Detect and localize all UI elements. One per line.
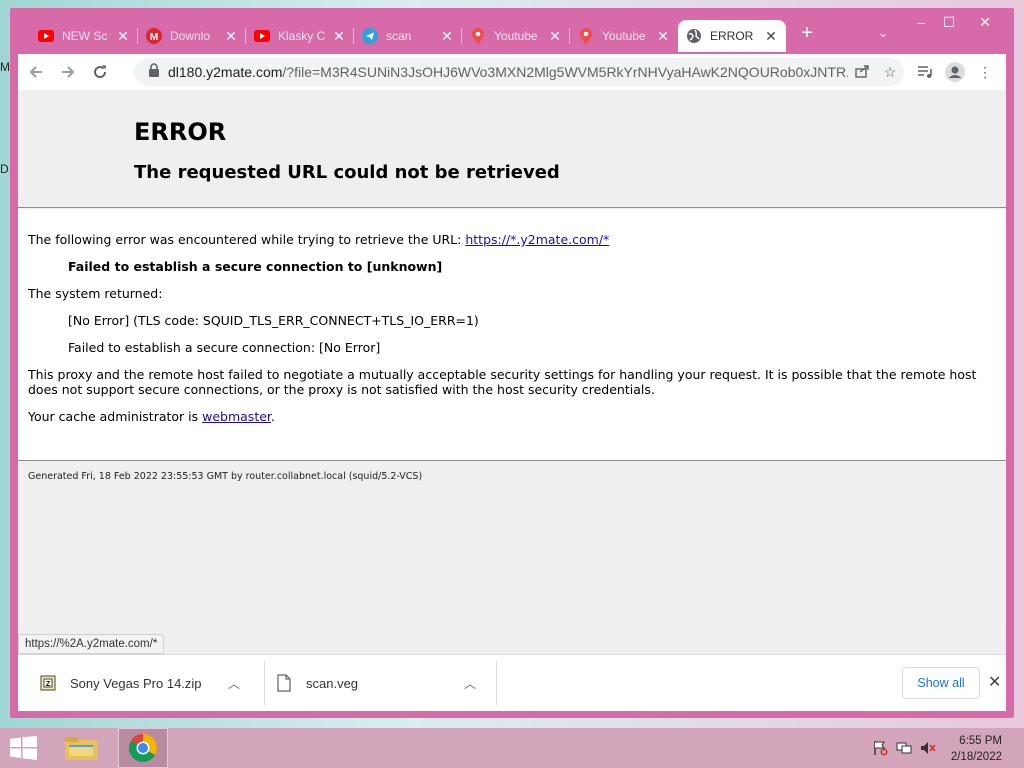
error-url-link[interactable]: https://*.y2mate.com/* bbox=[465, 232, 609, 247]
share-icon[interactable] bbox=[848, 63, 876, 82]
clock-date: 2/18/2022 bbox=[950, 751, 1002, 763]
tab-2[interactable]: M Downlo ✕ bbox=[138, 20, 246, 52]
back-button[interactable] bbox=[22, 58, 50, 86]
tab-title: NEW Sc bbox=[62, 29, 108, 43]
tab-title: Youtube bbox=[494, 29, 538, 43]
youtube-icon bbox=[38, 28, 54, 44]
minimize-button[interactable]: – bbox=[910, 14, 932, 30]
media-queue-icon[interactable] bbox=[910, 58, 940, 86]
tab-title: ERROR bbox=[710, 29, 754, 43]
system-tray bbox=[872, 740, 936, 756]
tab-active-error[interactable]: ERROR ✕ bbox=[678, 20, 786, 52]
address-url[interactable]: dl180.y2mate.com/?file=M3R4SUNiN3JsOHJ6W… bbox=[168, 64, 848, 80]
bookmark-star-icon[interactable]: ☆ bbox=[876, 64, 904, 81]
tab-search-chevron-icon[interactable]: ⌄ bbox=[878, 26, 888, 40]
chevron-up-icon[interactable]: ︿ bbox=[228, 675, 240, 692]
new-tab-button[interactable]: + bbox=[796, 22, 818, 44]
error-intro: The following error was encountered whil… bbox=[28, 232, 610, 247]
system-returned-label: The system returned: bbox=[28, 286, 163, 301]
windows-start-icon[interactable] bbox=[10, 736, 38, 765]
volume-muted-icon[interactable] bbox=[920, 740, 936, 756]
close-icon[interactable]: ✕ bbox=[440, 28, 454, 45]
admin-line: Your cache administrator is webmaster. bbox=[28, 409, 275, 424]
action-center-flag-icon[interactable] bbox=[872, 740, 888, 756]
error-explanation: This proxy and the remote host failed to… bbox=[28, 367, 977, 397]
menu-kebab-icon[interactable]: ⋮ bbox=[970, 58, 1000, 86]
download-item[interactable]: scan.veg ︿ bbox=[274, 663, 484, 703]
close-icon[interactable]: ✕ bbox=[764, 28, 778, 45]
youtube-icon bbox=[254, 28, 270, 44]
globe-icon bbox=[686, 28, 702, 44]
tab-strip: NEW Sc ✕ M Downlo ✕ Klasky C ✕ scan ✕ Yo… bbox=[10, 8, 1014, 54]
failed-detail: Failed to establish a secure connection:… bbox=[68, 340, 381, 355]
download-filename: Sony Vegas Pro 14.zip bbox=[70, 675, 202, 691]
error-body: The following error was encountered whil… bbox=[18, 209, 1006, 461]
error-footer: Generated Fri, 18 Feb 2022 23:55:53 GMT … bbox=[28, 471, 423, 482]
webmaster-link[interactable]: webmaster bbox=[202, 409, 271, 424]
clock-time: 6:55 PM bbox=[959, 735, 1002, 747]
svg-text:Z: Z bbox=[46, 681, 51, 688]
maximize-button[interactable]: ☐ bbox=[938, 14, 960, 30]
desktop-icon-label: M bbox=[0, 60, 10, 74]
show-all-button[interactable]: Show all bbox=[902, 667, 980, 699]
browser-window: NEW Sc ✕ M Downlo ✕ Klasky C ✕ scan ✕ Yo… bbox=[10, 8, 1014, 718]
svg-text:M: M bbox=[150, 32, 158, 43]
tab-3[interactable]: Klasky C ✕ bbox=[246, 20, 354, 52]
tab-title: Klasky C bbox=[278, 29, 326, 43]
close-icon[interactable]: ✕ bbox=[332, 28, 346, 45]
download-item[interactable]: Z Sony Vegas Pro 14.zip ︿ bbox=[38, 663, 248, 703]
forward-button[interactable] bbox=[54, 58, 82, 86]
tab-title: Downlo bbox=[170, 29, 211, 43]
tls-error-code: [No Error] (TLS code: SQUID_TLS_ERR_CONN… bbox=[68, 313, 479, 328]
profile-avatar-icon[interactable] bbox=[940, 58, 970, 86]
taskbar: 6:55 PM 2/18/2022 bbox=[0, 728, 1024, 768]
telegram-icon bbox=[362, 28, 378, 44]
close-icon[interactable]: ✕ bbox=[224, 28, 238, 45]
tab-6[interactable]: Youtube ✕ bbox=[570, 20, 678, 52]
divider bbox=[496, 661, 497, 705]
file-icon bbox=[274, 673, 294, 693]
network-icon[interactable] bbox=[896, 740, 912, 756]
close-icon[interactable]: ✕ bbox=[988, 672, 1001, 692]
close-icon[interactable]: ✕ bbox=[656, 28, 670, 45]
zip-file-icon: Z bbox=[38, 673, 58, 693]
browser-toolbar: dl180.y2mate.com/?file=M3R4SUNiN3JsOHJ6W… bbox=[18, 54, 1006, 90]
tab-5[interactable]: Youtube ✕ bbox=[462, 20, 570, 52]
close-window-button[interactable]: ✕ bbox=[974, 14, 996, 30]
map-pin-icon bbox=[470, 28, 486, 44]
close-icon[interactable]: ✕ bbox=[116, 28, 130, 45]
desktop-icon-label: D bbox=[0, 162, 9, 176]
chrome-icon[interactable] bbox=[118, 728, 168, 768]
file-explorer-icon[interactable] bbox=[56, 728, 106, 768]
error-header: ERROR The requested URL could not be ret… bbox=[18, 90, 1006, 208]
tab-1[interactable]: NEW Sc ✕ bbox=[30, 20, 138, 52]
reload-button[interactable] bbox=[86, 58, 114, 86]
download-shelf: Z Sony Vegas Pro 14.zip ︿ scan.veg ︿ Sho… bbox=[18, 654, 1006, 711]
taskbar-clock[interactable]: 6:55 PM 2/18/2022 bbox=[951, 733, 1002, 765]
address-bar[interactable]: dl180.y2mate.com/?file=M3R4SUNiN3JsOHJ6W… bbox=[134, 58, 904, 86]
page-viewport: ERROR The requested URL could not be ret… bbox=[18, 90, 1006, 654]
error-title: ERROR bbox=[134, 118, 227, 146]
close-icon[interactable]: ✕ bbox=[548, 28, 562, 45]
tab-title: scan bbox=[386, 29, 412, 43]
lock-icon[interactable] bbox=[148, 62, 160, 82]
tab-4[interactable]: scan ✕ bbox=[354, 20, 462, 52]
error-subtitle: The requested URL could not be retrieved bbox=[134, 162, 560, 183]
download-filename: scan.veg bbox=[306, 675, 359, 691]
status-url-bubble: https://%2A.y2mate.com/* bbox=[18, 634, 165, 654]
mega-icon: M bbox=[146, 28, 162, 44]
error-failed-message: Failed to establish a secure connection … bbox=[68, 259, 443, 274]
map-pin-icon bbox=[578, 28, 594, 44]
chevron-up-icon[interactable]: ︿ bbox=[464, 675, 476, 692]
divider bbox=[264, 661, 265, 705]
tab-title: Youtube bbox=[602, 29, 646, 43]
